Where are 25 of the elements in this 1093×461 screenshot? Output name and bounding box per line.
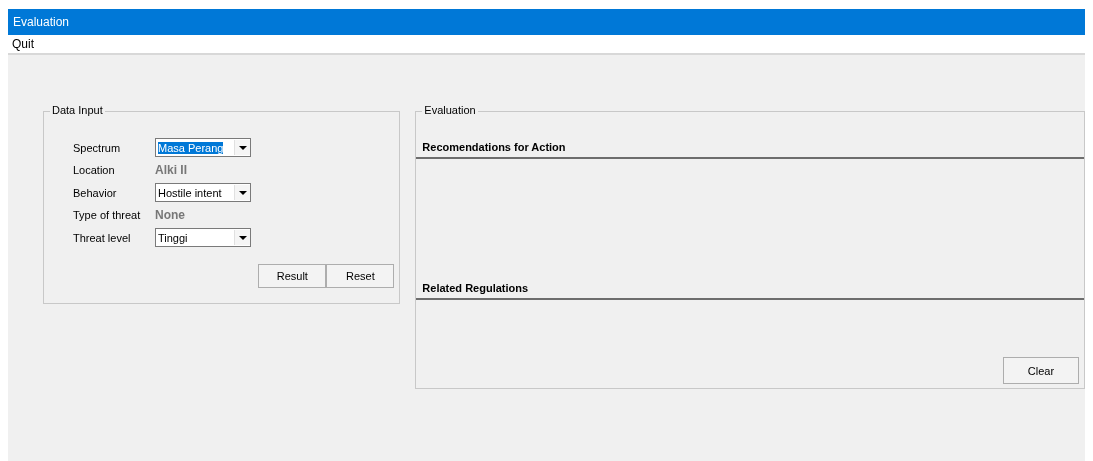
field-label: Threat level	[73, 231, 132, 244]
window-title: Evaluation	[13, 15, 70, 29]
caret-icon	[238, 190, 247, 195]
caret-icon	[238, 235, 247, 240]
section-heading: Recomendations for Action	[421, 141, 567, 154]
dropdown-value: Masa Perang	[158, 141, 224, 154]
section-heading: Related Regulations	[421, 282, 530, 295]
field-label: Location	[73, 164, 116, 177]
dropdown[interactable]: Tinggi	[155, 228, 251, 248]
field-value: None	[155, 208, 185, 223]
group-title: Data Input	[50, 104, 105, 116]
field-label: Type of threat	[73, 209, 142, 222]
dropdown[interactable]: Hostile intent	[155, 183, 251, 203]
menu-item[interactable]: Quit	[12, 37, 34, 51]
field-value: Alki II	[155, 163, 187, 178]
field-label: Spectrum	[73, 141, 122, 154]
dropdown-value: Tinggi	[158, 231, 188, 244]
dropdown-value: Hostile intent	[158, 186, 222, 199]
action-button[interactable]: Result	[258, 263, 327, 288]
group-title: Evaluation	[422, 104, 478, 116]
action-button[interactable]: Reset	[326, 263, 395, 288]
dropdown[interactable]: Masa Perang	[155, 138, 251, 158]
clear-button[interactable]: Clear	[1003, 357, 1079, 384]
field-label: Behavior	[73, 186, 118, 199]
caret-icon	[238, 145, 247, 150]
